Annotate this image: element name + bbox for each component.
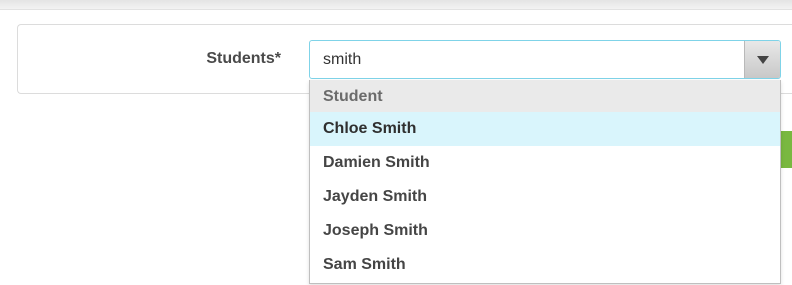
dropdown-item-chloe-smith[interactable]: Chloe Smith	[310, 112, 780, 146]
students-label: Students*	[206, 50, 281, 67]
students-combobox[interactable]: smith	[309, 40, 781, 79]
dropdown-group-header: Student	[310, 80, 780, 112]
students-dropdown-list: Student Chloe Smith Damien Smith Jayden …	[309, 80, 781, 284]
dropdown-item-label: Chloe Smith	[323, 120, 417, 137]
dropdown-item-damien-smith[interactable]: Damien Smith	[310, 146, 780, 180]
group-header-label: Student	[323, 88, 383, 105]
action-button-edge[interactable]	[781, 131, 792, 168]
dropdown-item-jayden-smith[interactable]: Jayden Smith	[310, 180, 780, 214]
dropdown-item-label: Damien Smith	[323, 154, 430, 171]
chevron-down-icon	[757, 56, 769, 64]
dropdown-item-label: Sam Smith	[323, 256, 406, 273]
top-bar	[0, 0, 792, 10]
dropdown-item-joseph-smith[interactable]: Joseph Smith	[310, 214, 780, 248]
dropdown-item-sam-smith[interactable]: Sam Smith	[310, 248, 780, 282]
dropdown-item-label: Jayden Smith	[323, 188, 428, 205]
dropdown-toggle-button[interactable]	[744, 41, 780, 78]
dropdown-item-label: Joseph Smith	[323, 222, 428, 239]
students-search-input[interactable]: smith	[323, 50, 361, 70]
